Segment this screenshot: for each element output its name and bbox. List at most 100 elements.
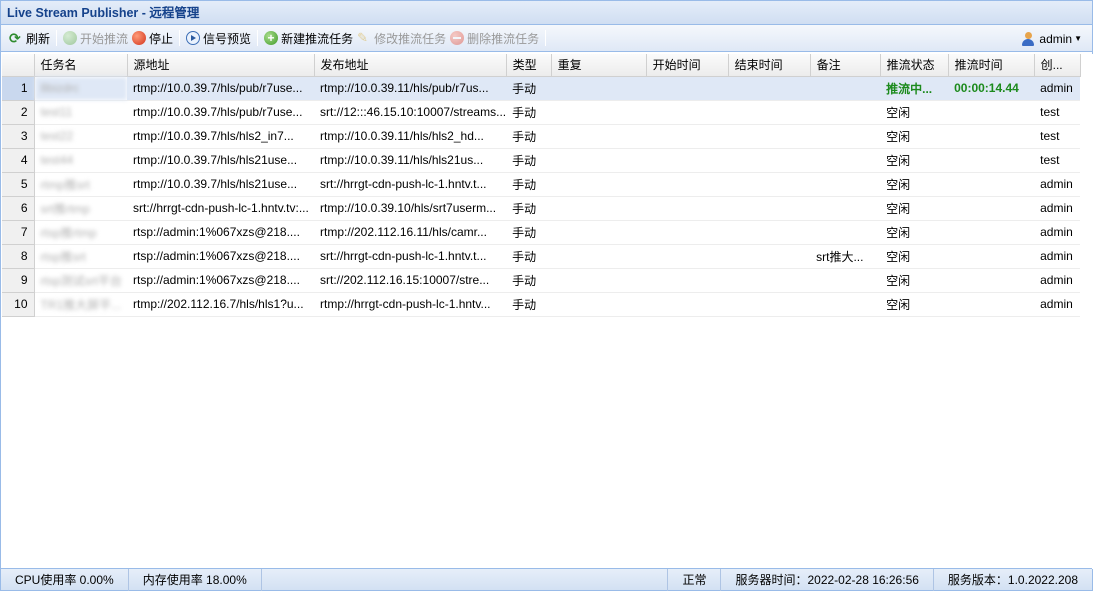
table-row[interactable]: 10 TR1推大屏平... rtmp://202.112.16.7/hls/hls1… [2, 292, 1081, 317]
delete-icon [450, 31, 465, 45]
task-name-cell: test44 [34, 148, 127, 173]
play-icon [63, 31, 78, 45]
repeat-cell [551, 268, 647, 293]
start-time-cell [646, 148, 729, 173]
start-time-cell [646, 124, 729, 149]
publish-address-cell: srt://hrrgt-cdn-push-lc-1.hntv.t... [314, 244, 507, 269]
table-row[interactable]: 2 test11 rtmp://10.0.39.7/hls/pub/r7use...… [2, 100, 1081, 125]
publish-address-cell: srt://12:::46.15.10:10007/streams... [314, 100, 507, 125]
stop-icon [132, 31, 147, 45]
task-name-cell: srt推rtmp [34, 196, 127, 221]
repeat-cell [551, 244, 647, 269]
source-address-cell: rtsp://admin:1%067xzs@218.... [127, 220, 314, 245]
type-cell: 手动 [506, 100, 552, 125]
signal-preview-label: 信号预览 [203, 31, 252, 46]
start-publish-button[interactable]: 开始推流 [61, 27, 130, 49]
repeat-cell [551, 76, 647, 101]
user-name: admin [1039, 31, 1073, 46]
status-cell: 空闲 [880, 220, 949, 245]
source-address-cell: rtmp://10.0.39.7/hls/hls21use... [127, 148, 314, 173]
publish-time-cell: 00:00:14.44 [948, 76, 1035, 101]
task-name-cell: test22 [34, 124, 127, 149]
row-number: 7 [2, 220, 35, 245]
table-body: 1 8bizdrc rtmp://10.0.39.7/hls/pub/r7use..… [2, 76, 1081, 317]
note-cell [810, 124, 881, 149]
status-cell: 空闲 [880, 172, 949, 197]
user-menu[interactable]: admin ▼ [1019, 25, 1084, 52]
source-address-cell: rtsp://admin:1%067xzs@218.... [127, 244, 314, 269]
repeat-cell [551, 292, 647, 317]
creator-cell: admin [1034, 172, 1081, 197]
creator-cell: admin [1034, 268, 1081, 293]
column-header-end-time[interactable]: 结束时间 [728, 54, 811, 77]
table-row[interactable]: 1 8bizdrc rtmp://10.0.39.7/hls/pub/r7use..… [2, 76, 1081, 101]
start-time-cell [646, 100, 729, 125]
end-time-cell [728, 220, 811, 245]
table-row[interactable]: 9 rtsp测试srt平台 rtsp://admin:1%067xzs@218...… [2, 268, 1081, 293]
column-header-creator[interactable]: 创... [1034, 54, 1081, 77]
column-header-status[interactable]: 推流状态 [880, 54, 949, 77]
task-name-cell: rtsp推rtmp [34, 220, 127, 245]
task-table: 任务名 源地址 发布地址 类型 重复 开始时间 结束时间 备注 推流状态 推流时… [2, 54, 1081, 317]
end-time-cell [728, 172, 811, 197]
row-number: 2 [2, 100, 35, 125]
type-cell: 手动 [506, 148, 552, 173]
memory-usage: 内存使用率 18.00% [129, 568, 262, 591]
column-header-destination[interactable]: 发布地址 [314, 54, 507, 77]
cpu-usage: CPU使用率 0.00% [1, 568, 129, 591]
window-title: Live Stream Publisher - 远程管理 [1, 1, 1092, 25]
column-header-start-time[interactable]: 开始时间 [646, 54, 729, 77]
column-header-publish-time[interactable]: 推流时间 [948, 54, 1035, 77]
table-header: 任务名 源地址 发布地址 类型 重复 开始时间 结束时间 备注 推流状态 推流时… [2, 54, 1081, 77]
row-number: 10 [2, 292, 35, 317]
task-name-cell: rtsp测试srt平台 [34, 268, 127, 293]
table-row[interactable]: 7 rtsp推rtmp rtsp://admin:1%067xzs@218.... r… [2, 220, 1081, 245]
delete-task-button[interactable]: 删除推流任务 [448, 27, 541, 49]
end-time-cell [728, 244, 811, 269]
creator-cell: admin [1034, 244, 1081, 269]
refresh-button[interactable]: ⟳ 刷新 [7, 27, 52, 49]
table-row[interactable]: 3 test22 rtmp://10.0.39.7/hls/hls2_in7... r… [2, 124, 1081, 149]
type-cell: 手动 [506, 76, 552, 101]
chevron-down-icon: ▼ [1074, 34, 1082, 43]
start-time-cell [646, 76, 729, 101]
repeat-cell [551, 172, 647, 197]
edit-task-button[interactable]: ✎ 修改推流任务 [355, 27, 448, 49]
stop-button[interactable]: 停止 [130, 27, 175, 49]
row-number: 1 [2, 76, 35, 101]
creator-cell: admin [1034, 196, 1081, 221]
table-row[interactable]: 8 rtsp推srt rtsp://admin:1%067xzs@218.... sr… [2, 244, 1081, 269]
table-row[interactable]: 6 srt推rtmp srt://hrrgt-cdn-push-lc-1.hntv.… [2, 196, 1081, 221]
status-cell: 空闲 [880, 196, 949, 221]
service-state: 正常 [668, 568, 722, 591]
type-cell: 手动 [506, 172, 552, 197]
publish-address-cell: rtmp://202.112.16.11/hls/camr... [314, 220, 507, 245]
column-header-source[interactable]: 源地址 [127, 54, 315, 77]
column-header-repeat[interactable]: 重复 [551, 54, 647, 77]
end-time-cell [728, 292, 811, 317]
toolbar-separator [257, 30, 259, 46]
task-name-cell: 8bizdrc [34, 76, 127, 101]
row-number: 9 [2, 268, 35, 293]
refresh-icon: ⟳ [9, 30, 21, 46]
column-header-note[interactable]: 备注 [810, 54, 881, 77]
column-header-rownum [2, 54, 35, 77]
table-row[interactable]: 4 test44 rtmp://10.0.39.7/hls/hls21use... r… [2, 148, 1081, 173]
publish-time-cell [948, 292, 1035, 317]
start-time-cell [646, 172, 729, 197]
start-publish-label: 开始推流 [80, 31, 129, 46]
status-cell: 空闲 [880, 292, 949, 317]
server-time: 服务器时间：2022-02-28 16:26:56 [721, 568, 934, 591]
task-name-cell: TR1推大屏平... [34, 292, 127, 317]
task-name-cell: rtsp推srt [34, 244, 127, 269]
source-address-cell: rtmp://10.0.39.7/hls/pub/r7use... [127, 76, 314, 101]
row-number: 4 [2, 148, 35, 173]
note-cell [810, 268, 881, 293]
new-task-button[interactable]: + 新建推流任务 [262, 27, 355, 49]
type-cell: 手动 [506, 292, 552, 317]
table-row[interactable]: 5 rtmp推srt rtmp://10.0.39.7/hls/hls21use..… [2, 172, 1081, 197]
column-header-name[interactable]: 任务名 [34, 54, 128, 77]
refresh-label: 刷新 [26, 31, 51, 46]
signal-preview-button[interactable]: 信号预览 [184, 27, 253, 49]
column-header-type[interactable]: 类型 [506, 54, 552, 77]
